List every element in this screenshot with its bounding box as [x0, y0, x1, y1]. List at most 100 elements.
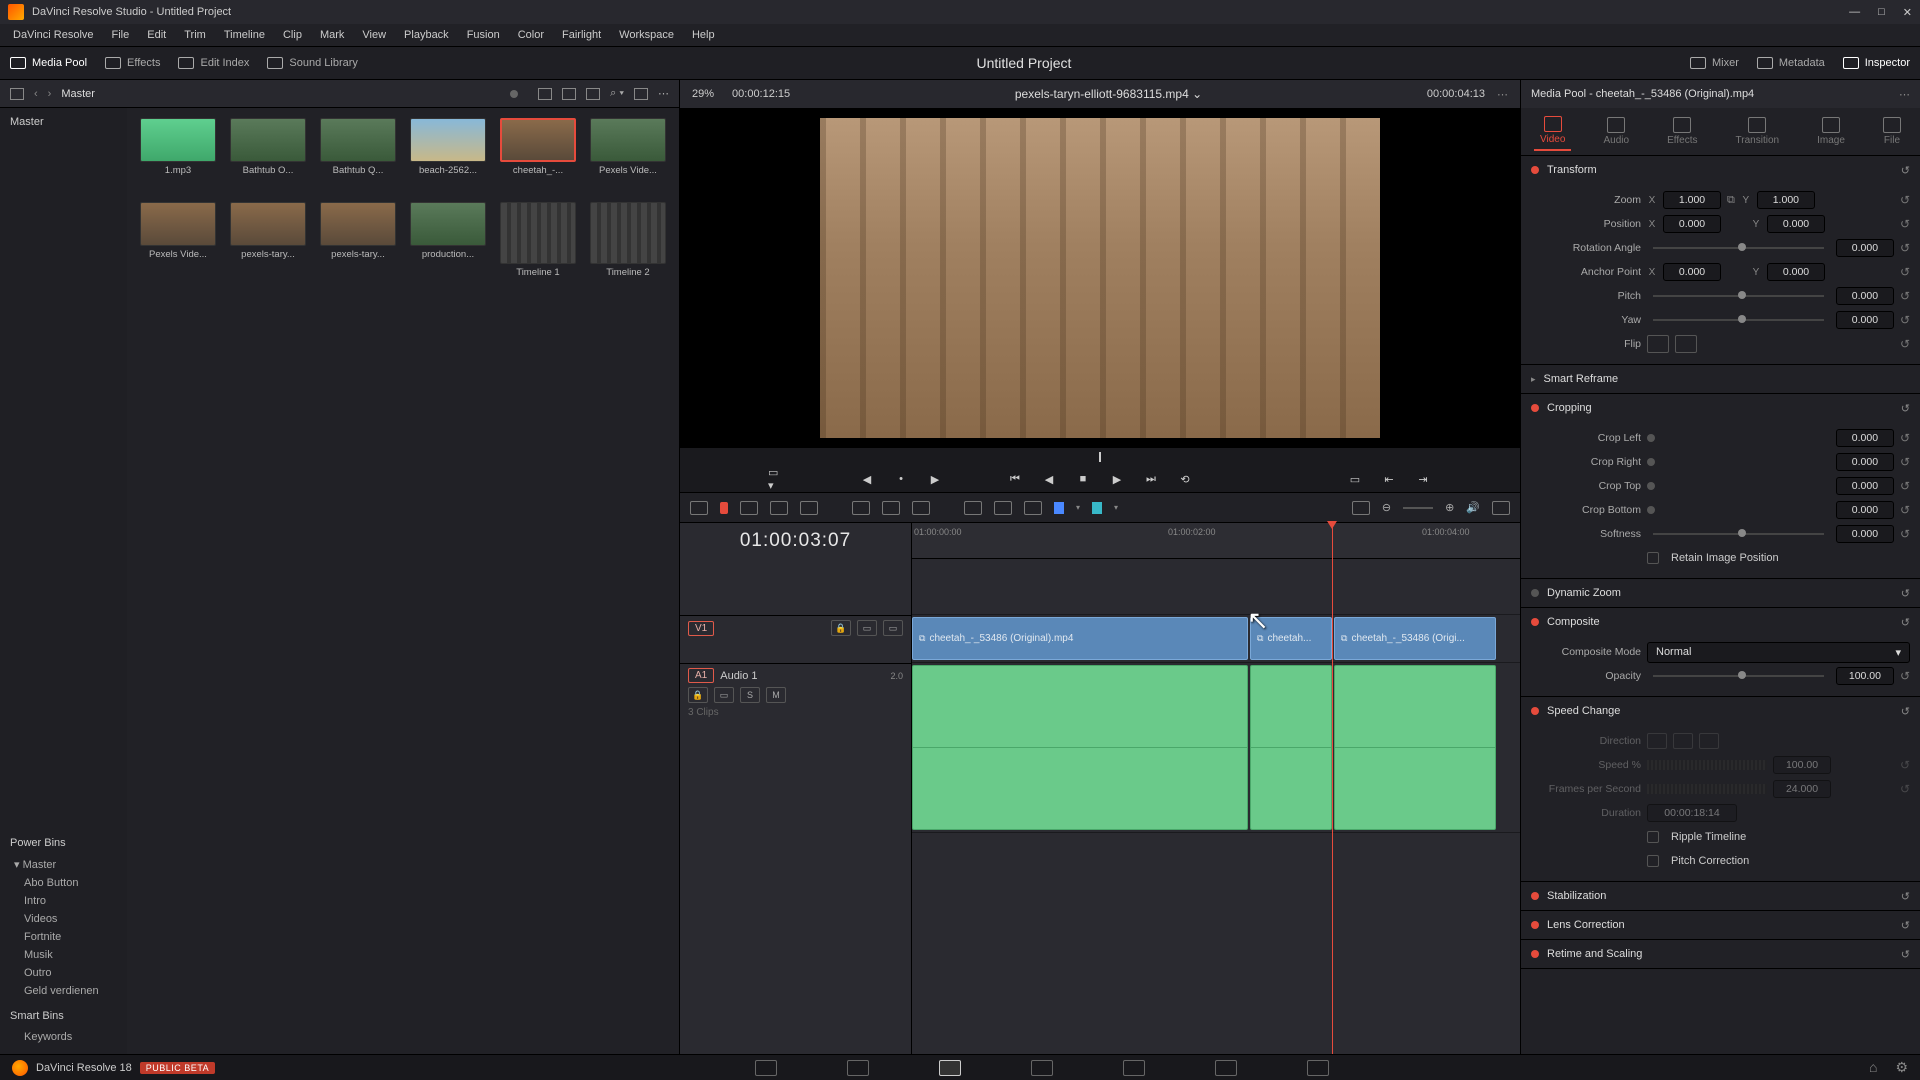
- snap-icon[interactable]: [964, 501, 982, 515]
- customize-icon[interactable]: [1492, 501, 1510, 515]
- audio-clip[interactable]: [1334, 665, 1496, 830]
- disable-track-icon[interactable]: ▭: [883, 620, 903, 636]
- zoom-x-field[interactable]: 1.000: [1663, 191, 1721, 209]
- mute-button[interactable]: M: [766, 687, 786, 703]
- audio-clip[interactable]: [1250, 665, 1332, 830]
- menu-item[interactable]: Color: [511, 27, 551, 43]
- scrub-marker[interactable]: [1099, 452, 1101, 462]
- direction-rev-button[interactable]: [1673, 733, 1693, 749]
- video-clip[interactable]: ⧉cheetah_-_53486 (Original).mp4: [912, 617, 1248, 660]
- retime-header[interactable]: Retime and Scaling↺: [1521, 940, 1920, 968]
- power-bin-item[interactable]: Intro: [10, 892, 117, 910]
- reset-icon[interactable]: ↺: [1901, 705, 1910, 718]
- reset-icon[interactable]: ↺: [1901, 587, 1910, 600]
- lock-icon[interactable]: [1024, 501, 1042, 515]
- clip-thumbnail[interactable]: production...: [407, 202, 489, 278]
- cropping-header[interactable]: Cropping↺: [1521, 394, 1920, 422]
- clip-thumbnail[interactable]: cheetah_-...: [497, 118, 579, 194]
- in-point-icon[interactable]: ⇤: [1380, 472, 1398, 486]
- audio-track-header[interactable]: A1 Audio 1 2.0 🔒 ▭ S M 3 Clips: [680, 663, 911, 833]
- menu-item[interactable]: Help: [685, 27, 722, 43]
- metadata-toggle[interactable]: Metadata: [1757, 57, 1825, 69]
- stabilization-header[interactable]: Stabilization↺: [1521, 882, 1920, 910]
- settings-icon[interactable]: ⚙: [1895, 1059, 1908, 1076]
- power-bin-item[interactable]: Outro: [10, 964, 117, 982]
- clip-thumbnail[interactable]: Bathtub Q...: [317, 118, 399, 194]
- crop-left-field[interactable]: 0.000: [1836, 429, 1894, 447]
- menu-item[interactable]: Workspace: [612, 27, 681, 43]
- power-bin-item[interactable]: Fortnite: [10, 928, 117, 946]
- power-bin-item[interactable]: Geld verdienen: [10, 982, 117, 1000]
- transform-header[interactable]: Transform↺: [1521, 156, 1920, 184]
- window-minimize[interactable]: —: [1849, 6, 1860, 19]
- edit-page-icon[interactable]: [939, 1060, 961, 1076]
- timeline-timecode[interactable]: 01:00:03:07: [680, 523, 911, 559]
- softness-slider[interactable]: [1653, 533, 1824, 535]
- enable-dot[interactable]: [1531, 921, 1539, 929]
- menu-item[interactable]: File: [105, 27, 137, 43]
- reset-icon[interactable]: ↺: [1900, 527, 1910, 541]
- lock-track-icon[interactable]: 🔒: [688, 687, 708, 703]
- enable-dot[interactable]: [1531, 404, 1539, 412]
- menu-item[interactable]: Mark: [313, 27, 351, 43]
- composite-header[interactable]: Composite↺: [1521, 608, 1920, 636]
- pitch-slider[interactable]: [1653, 295, 1824, 297]
- metadata-view-icon[interactable]: [538, 88, 552, 100]
- power-bin-master[interactable]: ▾ Master: [10, 855, 117, 874]
- nav-back-icon[interactable]: ‹: [34, 88, 38, 100]
- tab-transition[interactable]: Transition: [1730, 113, 1786, 150]
- menu-item[interactable]: Fusion: [460, 27, 507, 43]
- video-clip[interactable]: ⧉cheetah...: [1250, 617, 1332, 660]
- zoom-slider[interactable]: [1403, 507, 1433, 509]
- speed-header[interactable]: Speed Change↺: [1521, 697, 1920, 725]
- pitch-correction-checkbox[interactable]: [1647, 855, 1659, 867]
- menu-item[interactable]: Fairlight: [555, 27, 608, 43]
- speed-pct-slider[interactable]: [1647, 760, 1767, 770]
- reset-icon[interactable]: ↺: [1900, 455, 1910, 469]
- viewer-canvas[interactable]: [680, 108, 1520, 448]
- pitch-field[interactable]: 0.000: [1836, 287, 1894, 305]
- direction-freeze-button[interactable]: [1699, 733, 1719, 749]
- crop-right-field[interactable]: 0.000: [1836, 453, 1894, 471]
- fairlight-page-icon[interactable]: [1215, 1060, 1237, 1076]
- clip-thumbnail[interactable]: pexels-tary...: [227, 202, 309, 278]
- out-point-icon[interactable]: ⇥: [1414, 472, 1432, 486]
- timeline-view-icon[interactable]: [690, 501, 708, 515]
- reset-icon[interactable]: ↺: [1900, 265, 1910, 279]
- opacity-slider[interactable]: [1653, 675, 1824, 677]
- reset-icon[interactable]: ↺: [1900, 782, 1910, 796]
- play-button[interactable]: ▶: [1108, 472, 1126, 486]
- speed-pct-field[interactable]: 100.00: [1773, 756, 1831, 774]
- sort-icon[interactable]: [634, 88, 648, 100]
- direction-fwd-button[interactable]: [1647, 733, 1667, 749]
- menu-item[interactable]: DaVinci Resolve: [6, 27, 101, 43]
- link-xy-icon[interactable]: ⧉: [1727, 194, 1735, 207]
- menu-item[interactable]: View: [355, 27, 393, 43]
- fps-slider[interactable]: [1647, 784, 1767, 794]
- reset-icon[interactable]: ↺: [1900, 431, 1910, 445]
- pos-x-field[interactable]: 0.000: [1663, 215, 1721, 233]
- clip-thumbnail[interactable]: beach-2562...: [407, 118, 489, 194]
- menu-item[interactable]: Edit: [140, 27, 173, 43]
- thumbnail-view-icon[interactable]: [562, 88, 576, 100]
- viewer-options-icon[interactable]: ⋯: [1497, 88, 1508, 101]
- timeline-ruler[interactable]: 01:00:00:00 01:00:02:00 01:00:04:00: [912, 523, 1520, 559]
- effects-toggle[interactable]: Effects: [105, 57, 160, 69]
- clip-thumbnail[interactable]: 1.mp3: [137, 118, 219, 194]
- anchor-x-field[interactable]: 0.000: [1663, 263, 1721, 281]
- link-icon[interactable]: [994, 501, 1012, 515]
- go-first-button[interactable]: ⏮: [1006, 472, 1024, 486]
- reset-icon[interactable]: ↺: [1900, 313, 1910, 327]
- reset-icon[interactable]: ↺: [1900, 193, 1910, 207]
- reset-icon[interactable]: ↺: [1901, 616, 1910, 629]
- dynamic-trim-tool[interactable]: [770, 501, 788, 515]
- inspector-options-icon[interactable]: ⋯: [1899, 88, 1910, 101]
- zoom-out-icon[interactable]: ⊖: [1382, 501, 1391, 514]
- menu-item[interactable]: Trim: [177, 27, 213, 43]
- clip-thumbnail[interactable]: Pexels Vide...: [587, 118, 669, 194]
- fusion-page-icon[interactable]: [1031, 1060, 1053, 1076]
- dynamic-zoom-header[interactable]: Dynamic Zoom↺: [1521, 579, 1920, 607]
- flag-blue[interactable]: [1054, 502, 1064, 514]
- match-frame-icon[interactable]: ▭: [1346, 472, 1364, 486]
- video-track-header[interactable]: V1 🔒 ▭ ▭: [680, 615, 911, 663]
